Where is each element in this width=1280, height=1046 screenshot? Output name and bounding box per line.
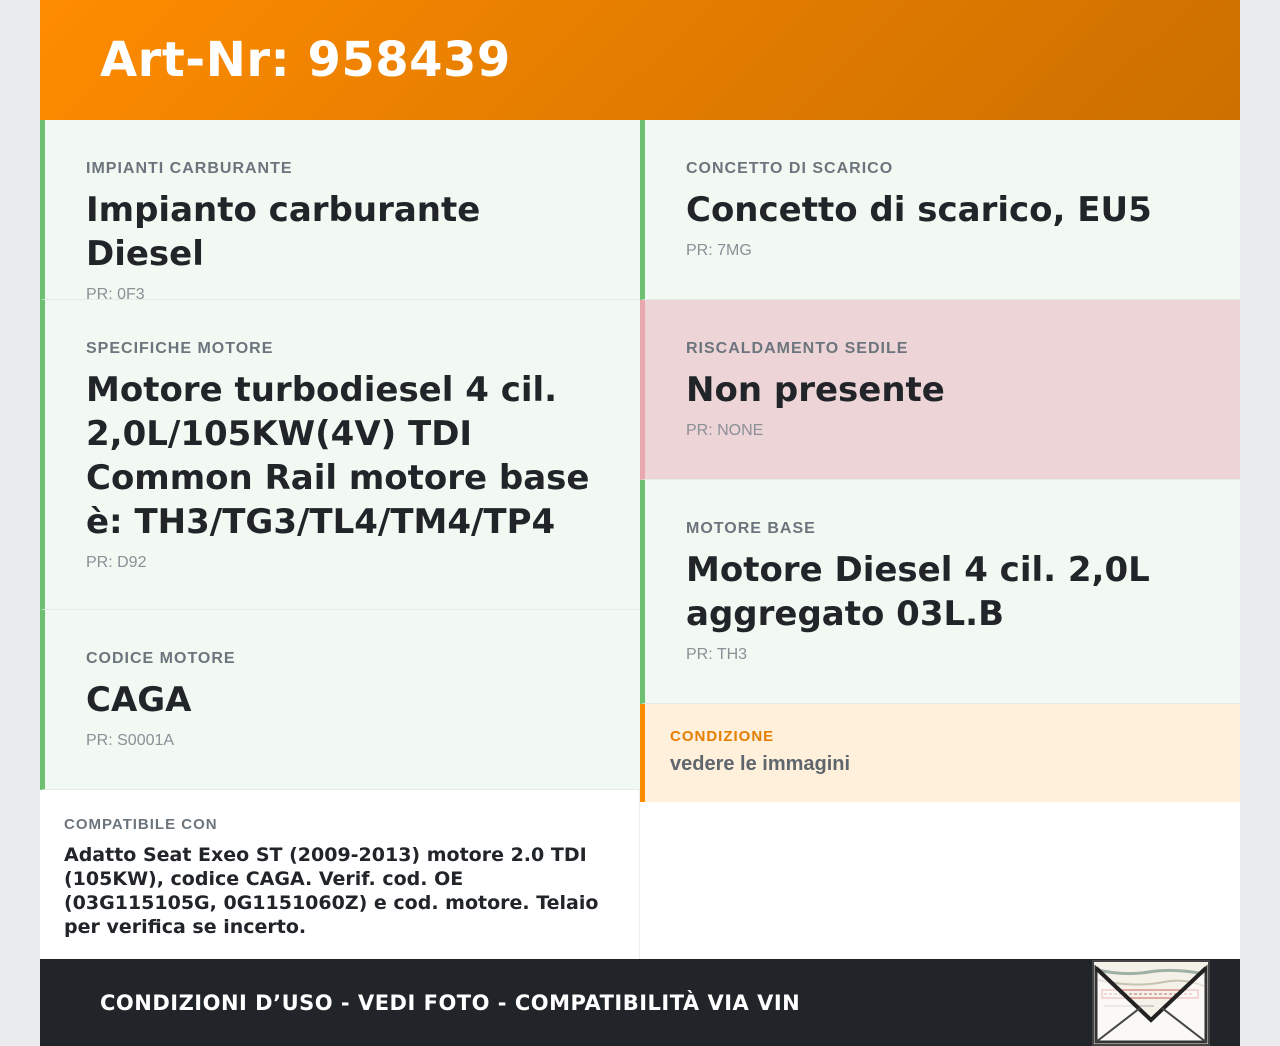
footer-bar: CONDIZIONI D’USO - VEDI FOTO - COMPATIBI…	[40, 959, 1240, 1046]
spec-label: Impianti carburante	[86, 160, 293, 177]
spec-pr-code: PR: S0001A	[86, 732, 175, 749]
article-number-title: Art-Nr: 958439	[100, 32, 511, 88]
spec-label: Riscaldamento sedile	[686, 340, 909, 357]
footer-text: CONDIZIONI D’USO - VEDI FOTO - COMPATIBI…	[100, 990, 801, 1015]
spec-value: Impianto carburante Diesel	[86, 190, 481, 274]
spec-value: Motore Diesel 4 cil. 2,0L aggregato 03L.…	[686, 550, 1150, 634]
condition-value: vedere le immagini	[670, 753, 851, 775]
compatibility-text: Adatto Seat Exeo ST (2009-2013) motore 2…	[64, 844, 599, 938]
spec-value: CAGA	[86, 680, 192, 720]
left-column: Impianti carburante Impianto carburante …	[40, 120, 640, 959]
spec-card-base-engine: Motore base Motore Diesel 4 cil. 2,0L ag…	[640, 480, 1240, 704]
spec-card-fuel-system: Impianti carburante Impianto carburante …	[40, 120, 640, 303]
page: Art-Nr: 958439 Impianti carburante Impia…	[40, 0, 1240, 1046]
spec-label: Motore base	[686, 520, 816, 537]
spec-pr-code: PR: 7MG	[686, 242, 752, 259]
right-column: Concetto di scarico Concetto di scarico,…	[640, 120, 1240, 959]
spec-grid: Impianti carburante Impianto carburante …	[40, 120, 1240, 959]
spec-value: Non presente	[686, 370, 945, 410]
spec-card-engine-code: Codice motore CAGA PR: S0001A	[40, 610, 640, 790]
envelope-photo-icon	[1094, 962, 1208, 1044]
condition-label: Condizione	[670, 728, 775, 745]
spec-pr-code: PR: TH3	[686, 646, 748, 663]
part-photo-thumbnail[interactable]	[1092, 960, 1210, 1046]
spec-label: Specifiche motore	[86, 340, 274, 357]
spec-value: Motore turbodiesel 4 cil. 2,0L/105KW(4V)…	[86, 370, 590, 542]
condition-note: Condizione vedere le immagini	[640, 704, 1240, 802]
spec-card-engine-specs: Specifiche motore Motore turbodiesel 4 c…	[40, 300, 640, 610]
spec-value: Concetto di scarico, EU5	[686, 190, 1152, 230]
header: Art-Nr: 958439	[40, 0, 1240, 120]
compatibility-label: Compatibile con	[64, 816, 218, 833]
compatibility-section: Compatibile con Adatto Seat Exeo ST (200…	[40, 790, 640, 959]
spec-pr-code: PR: D92	[86, 554, 147, 571]
spec-card-seat-heating: Riscaldamento sedile Non presente PR: NO…	[640, 300, 1240, 480]
spec-card-exhaust: Concetto di scarico Concetto di scarico,…	[640, 120, 1240, 300]
spec-pr-code: PR: NONE	[686, 422, 764, 439]
spec-label: Codice motore	[86, 650, 236, 667]
spec-label: Concetto di scarico	[686, 160, 894, 177]
